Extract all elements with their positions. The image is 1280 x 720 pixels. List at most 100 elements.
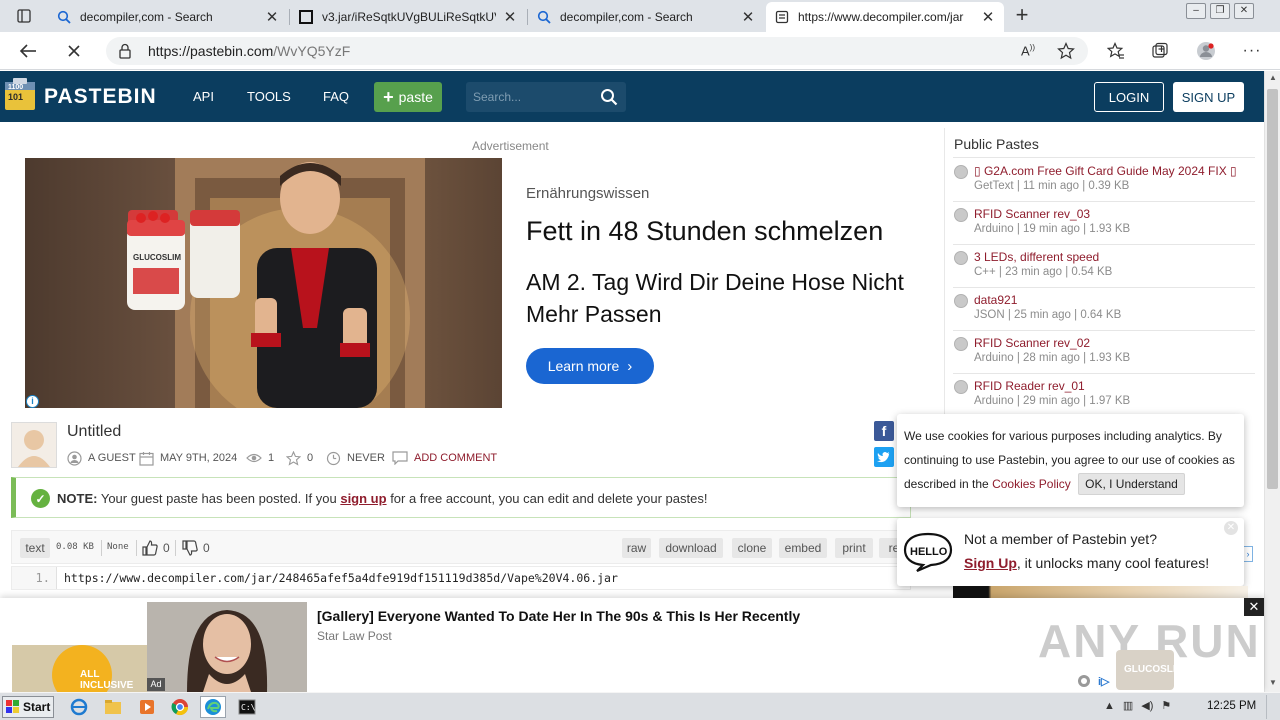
close-tab-icon[interactable]: ✕: [502, 8, 518, 26]
syntax-tag[interactable]: text: [20, 538, 50, 558]
public-paste-title[interactable]: ▯ G2A.com Free Gift Card Guide May 2024 …: [974, 164, 1237, 178]
bottom-ad-right-image[interactable]: GLUCOSLIM: [1116, 650, 1184, 690]
favorites-icon[interactable]: [1106, 42, 1126, 60]
explorer-taskbar-icon[interactable]: [100, 696, 126, 718]
ie-taskbar-icon[interactable]: [66, 696, 92, 718]
public-paste-meta: GetText | 11 min ago | 0.39 KB: [974, 180, 1130, 192]
read-aloud-icon[interactable]: A)): [1018, 42, 1038, 60]
ad-choices-icon[interactable]: ›: [1243, 546, 1253, 562]
taskbar-clock[interactable]: 12:25 PM: [1207, 700, 1256, 712]
taskbar: Start C:\ ▲ ▥ ◀) ⚑ 12:25 PM: [0, 692, 1280, 720]
pastebin-logo-icon[interactable]: 1100 101: [4, 76, 36, 112]
bottom-ad-left-image[interactable]: ALL INCLUSIVE: [12, 645, 147, 692]
paste-code[interactable]: 1. https://www.decompiler.com/jar/248465…: [11, 566, 911, 590]
add-favorite-icon[interactable]: [1056, 42, 1076, 60]
search-input[interactable]: [466, 82, 596, 112]
nav-faq[interactable]: FAQ: [323, 89, 349, 104]
cookies-policy-link[interactable]: Cookies Policy: [992, 477, 1071, 491]
public-paste-title[interactable]: RFID Reader rev_01: [974, 379, 1085, 393]
public-paste-item[interactable]: RFID Reader rev_01 Arduino | 29 min ago …: [953, 373, 1255, 416]
nav-api[interactable]: API: [193, 89, 214, 104]
ad-learn-more-button[interactable]: Learn more ›: [526, 348, 654, 384]
public-paste-title[interactable]: RFID Scanner rev_02: [974, 336, 1090, 350]
add-comment-link[interactable]: ADD COMMENT: [392, 450, 497, 466]
paste-toolbar: text 0.08 KB None 0 0 raw download clone…: [11, 530, 911, 564]
public-paste-title[interactable]: data921: [974, 293, 1017, 307]
page-scrollbar[interactable]: ▲ ▼: [1264, 71, 1280, 692]
ad-title[interactable]: Fett in 48 Stunden schmelzen: [526, 216, 883, 247]
network-icon[interactable]: ▥: [1123, 699, 1133, 712]
close-icon[interactable]: ✕: [1224, 521, 1238, 535]
scroll-up-arrow-icon[interactable]: ▲: [1265, 71, 1280, 85]
profile-avatar-icon[interactable]: [1196, 42, 1216, 60]
print-button[interactable]: print: [835, 538, 873, 558]
lock-icon[interactable]: [118, 43, 132, 62]
scrollbar-thumb[interactable]: [1267, 89, 1278, 489]
dislike-button[interactable]: 0: [182, 538, 210, 558]
embed-button[interactable]: embed: [779, 538, 827, 558]
sidebar-ad-image[interactable]: [953, 586, 1248, 598]
paste-author[interactable]: A GUEST: [67, 450, 136, 466]
code-line[interactable]: https://www.decompiler.com/jar/248465afe…: [64, 571, 618, 585]
public-paste-item[interactable]: 3 LEDs, different speed C++ | 23 min ago…: [953, 244, 1255, 287]
public-paste-item[interactable]: RFID Scanner rev_03 Arduino | 19 min ago…: [953, 201, 1255, 244]
ad-info-icon[interactable]: i: [26, 395, 39, 408]
show-desktop-button[interactable]: [1266, 695, 1276, 719]
twitter-share-icon[interactable]: [874, 447, 894, 467]
notice-signup-link[interactable]: sign up: [340, 491, 386, 506]
browser-tab-3[interactable]: decompiler,com - Search ✕: [528, 2, 764, 32]
clone-button[interactable]: clone: [732, 538, 772, 558]
browser-tab-1[interactable]: decompiler,com - Search ✕: [48, 2, 288, 32]
ad-choices-icon[interactable]: i▷: [1098, 674, 1114, 691]
volume-icon[interactable]: ◀): [1141, 699, 1153, 712]
new-paste-button[interactable]: + paste: [374, 82, 442, 112]
cookie-ok-button[interactable]: OK, I Understand: [1078, 473, 1185, 495]
url-field[interactable]: https://pastebin.com/WvYQ5YzF: [106, 37, 1088, 65]
signup-promo-dialog: HELLO Not a member of Pastebin yet? Sign…: [897, 518, 1244, 586]
signup-button[interactable]: SIGN UP: [1173, 82, 1244, 112]
bottom-ad-title[interactable]: [Gallery] Everyone Wanted To Date Her In…: [317, 608, 800, 624]
close-tab-icon[interactable]: ✕: [980, 8, 996, 26]
restore-window-button[interactable]: ❐: [1210, 3, 1230, 19]
stop-loading-button[interactable]: [62, 40, 86, 62]
close-tab-icon[interactable]: ✕: [264, 8, 280, 26]
more-menu-icon[interactable]: ···: [1242, 42, 1262, 60]
media-player-taskbar-icon[interactable]: [134, 696, 160, 718]
close-tab-icon[interactable]: ✕: [740, 8, 756, 26]
flag-icon[interactable]: ⚑: [1161, 699, 1171, 712]
public-paste-title[interactable]: RFID Scanner rev_03: [974, 207, 1090, 221]
cmd-taskbar-icon[interactable]: C:\: [234, 696, 260, 718]
login-button[interactable]: LOGIN: [1094, 82, 1164, 112]
public-paste-title[interactable]: 3 LEDs, different speed: [974, 250, 1099, 264]
back-arrow-icon: [19, 44, 36, 58]
edge-taskbar-icon[interactable]: [200, 696, 226, 718]
public-paste-item[interactable]: RFID Scanner rev_02 Arduino | 28 min ago…: [953, 330, 1255, 373]
new-tab-button[interactable]: +: [1010, 4, 1034, 28]
browser-tab-active[interactable]: https://www.decompiler.com/jar ✕: [766, 2, 1004, 32]
raw-button[interactable]: raw: [622, 538, 651, 558]
collections-icon[interactable]: [1150, 42, 1170, 60]
back-button[interactable]: [16, 40, 40, 62]
ad-provider-logo-icon[interactable]: [1076, 674, 1092, 691]
tab-actions-button[interactable]: [8, 6, 40, 26]
site-logo-text[interactable]: PASTEBIN: [44, 85, 157, 109]
facebook-share-icon[interactable]: f: [874, 421, 894, 441]
search-icon[interactable]: [600, 88, 618, 109]
chrome-taskbar-icon[interactable]: [167, 696, 193, 718]
nav-tools[interactable]: TOOLS: [247, 89, 291, 104]
like-button[interactable]: 0: [142, 538, 170, 558]
download-button[interactable]: download: [659, 538, 723, 558]
member-signup-link[interactable]: Sign Up: [964, 555, 1017, 571]
close-window-button[interactable]: ✕: [1234, 3, 1254, 19]
paste-stars[interactable]: 0: [286, 450, 313, 466]
public-paste-item[interactable]: ▯ G2A.com Free Gift Card Guide May 2024 …: [953, 158, 1255, 201]
bottom-ad-photo[interactable]: [147, 602, 307, 692]
close-icon[interactable]: ✕: [1244, 598, 1264, 616]
public-paste-item[interactable]: data921 JSON | 25 min ago | 0.64 KB: [953, 287, 1255, 330]
tray-arrow-icon[interactable]: ▲: [1104, 700, 1115, 712]
ad-image[interactable]: GLUCOSLIM: [25, 158, 502, 408]
browser-tab-2[interactable]: v3.jar/iReSqtkUVgBULiReSqtkUVgBUL ✕: [290, 2, 526, 32]
start-button[interactable]: Start: [2, 696, 54, 718]
scroll-down-arrow-icon[interactable]: ▼: [1265, 676, 1280, 690]
minimize-window-button[interactable]: –: [1186, 3, 1206, 19]
